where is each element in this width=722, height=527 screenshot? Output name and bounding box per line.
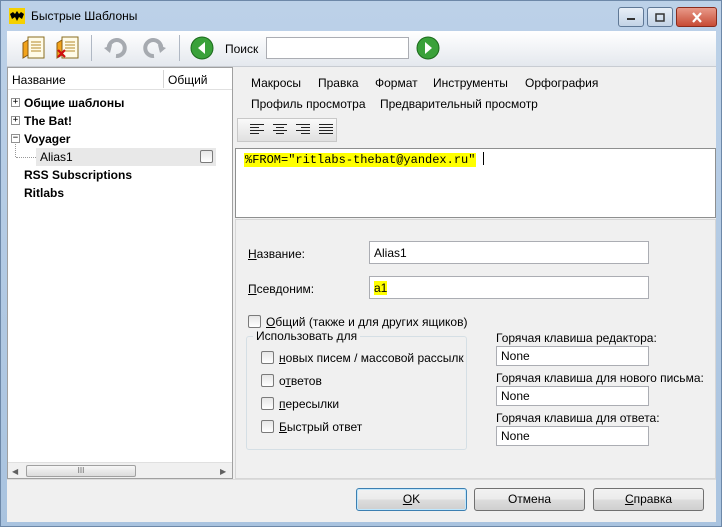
tree-item-label: Alias1 — [40, 150, 73, 164]
alignment-toolbar — [237, 118, 337, 142]
tree-item-label: Общие шаблоны — [24, 96, 125, 110]
shared-all-mailboxes-label[interactable]: Общий (также и для других ящиков) — [266, 315, 467, 329]
hotkey-editor-label: Горячая клавиша редактора: — [496, 331, 657, 345]
hotkey-reply-label: Горячая клавиша для ответа: — [496, 411, 660, 425]
toolbar-separator — [91, 35, 92, 61]
minimize-button[interactable] — [618, 7, 644, 27]
search-previous-icon[interactable] — [189, 35, 215, 61]
menu-format[interactable]: Формат — [375, 76, 418, 90]
toolbar: Поиск — [7, 31, 716, 67]
close-button[interactable] — [676, 7, 717, 27]
template-editor-panel: Макросы Правка Формат Инструменты Орфогр… — [235, 67, 716, 479]
undo-icon[interactable] — [103, 35, 129, 61]
new-template-icon[interactable] — [21, 35, 47, 61]
scrollbar-thumb[interactable]: III — [26, 465, 136, 477]
tree-item-voyager[interactable]: − Voyager — [8, 130, 232, 148]
hotkey-new-message-label: Горячая клавиша для нового письма: — [496, 371, 704, 385]
align-center-icon[interactable] — [273, 124, 287, 136]
forwards-checkbox[interactable] — [261, 397, 274, 410]
expand-icon[interactable]: + — [11, 116, 20, 125]
toolbar-separator — [179, 35, 180, 61]
menu-preview[interactable]: Предварительный просмотр — [380, 97, 538, 111]
ok-button[interactable]: OK — [356, 488, 467, 511]
dialog-client-area: Поиск Название Общий + Общие шаблоны + T… — [7, 31, 716, 522]
cancel-button[interactable]: Отмена — [474, 488, 585, 511]
shared-all-mailboxes-checkbox[interactable] — [248, 315, 261, 328]
align-right-icon[interactable] — [296, 124, 310, 136]
align-left-icon[interactable] — [250, 124, 264, 136]
minimize-icon — [627, 18, 635, 20]
shared-checkbox[interactable] — [200, 150, 213, 163]
scroll-left-icon[interactable]: ◀ — [12, 467, 18, 476]
tree-item-label: The Bat! — [24, 114, 72, 128]
menu-edit[interactable]: Правка — [318, 76, 359, 90]
use-for-options: новых писем / массовой рассылк ответов п… — [247, 337, 466, 449]
alias-field[interactable]: a1 — [369, 276, 649, 299]
maximize-button[interactable] — [647, 7, 673, 27]
tree-header: Название Общий — [8, 68, 232, 90]
hotkey-new-message-field[interactable]: None — [496, 386, 649, 406]
tree-item-alias1[interactable]: Alias1 — [36, 148, 216, 166]
template-text-editor[interactable]: %FROM="ritlabs-thebat@yandex.ru" — [235, 148, 716, 218]
dialog-button-bar: OK Отмена Справка — [7, 479, 716, 522]
forwards-label[interactable]: пересылки — [279, 397, 339, 411]
tree-item-ritlabs[interactable]: Ritlabs — [8, 184, 232, 202]
expand-icon[interactable]: + — [11, 98, 20, 107]
tree-item-the-bat[interactable]: + The Bat! — [8, 112, 232, 130]
tree-item-rss-subscriptions[interactable]: RSS Subscriptions — [8, 166, 232, 184]
help-button[interactable]: Справка — [593, 488, 704, 511]
search-next-icon[interactable] — [415, 35, 441, 61]
column-header-name[interactable]: Название — [12, 73, 66, 87]
hotkey-reply-field[interactable]: None — [496, 426, 649, 446]
tree-item-label: RSS Subscriptions — [24, 168, 133, 182]
new-messages-checkbox[interactable] — [261, 351, 274, 364]
title-bar[interactable]: Быстрые Шаблоны — [1, 1, 721, 31]
use-for-group: Использовать для новых писем / массовой … — [246, 329, 467, 450]
name-label: Название: — [248, 247, 305, 261]
redo-icon[interactable] — [141, 35, 167, 61]
hotkey-editor-field[interactable]: None — [496, 346, 649, 366]
close-icon — [691, 11, 702, 23]
search-input[interactable] — [266, 37, 409, 59]
horizontal-scrollbar[interactable]: ◀ III ▶ — [8, 462, 232, 478]
delete-template-icon[interactable] — [55, 35, 81, 61]
quick-reply-label[interactable]: Быстрый ответ — [279, 420, 362, 434]
replies-label[interactable]: ответов — [279, 374, 322, 388]
editor-menu-bar: Макросы Правка Формат Инструменты Орфогр… — [235, 67, 716, 117]
column-header-shared[interactable]: Общий — [168, 73, 208, 87]
tree-connector — [15, 144, 16, 157]
maximize-icon — [655, 12, 665, 22]
menu-spelling[interactable]: Орфография — [525, 76, 598, 90]
name-field[interactable]: Alias1 — [369, 241, 649, 264]
bat-app-icon — [9, 8, 25, 24]
editor-content: %FROM="ritlabs-thebat@yandex.ru" — [244, 153, 477, 167]
tree-item-label: Voyager — [24, 132, 71, 146]
tree-item-common-templates[interactable]: + Общие шаблоны — [8, 94, 232, 112]
menu-view-profile[interactable]: Профиль просмотра — [251, 97, 366, 111]
menu-macros[interactable]: Макросы — [251, 76, 301, 90]
menu-tools[interactable]: Инструменты — [433, 76, 508, 90]
scroll-right-icon[interactable]: ▶ — [220, 467, 226, 476]
justify-icon[interactable] — [319, 124, 333, 136]
new-messages-label[interactable]: новых писем / массовой рассылк — [279, 351, 464, 365]
column-divider[interactable] — [163, 70, 164, 88]
tree-item-label: Ritlabs — [24, 186, 65, 200]
text-caret — [483, 152, 484, 165]
template-tree[interactable]: Название Общий + Общие шаблоны + The Bat… — [7, 67, 233, 479]
quick-templates-window: Быстрые Шаблоны Поиск Название Общий + О… — [0, 0, 722, 527]
template-properties: Название: Alias1 Псевдоним: a1 Общий (та… — [235, 219, 716, 479]
collapse-icon[interactable]: − — [11, 134, 20, 143]
window-title: Быстрые Шаблоны — [31, 9, 138, 23]
tree-connector — [16, 157, 36, 158]
search-label: Поиск — [225, 42, 259, 56]
replies-checkbox[interactable] — [261, 374, 274, 387]
alias-label: Псевдоним: — [248, 282, 315, 296]
scroll-grip: III — [77, 466, 85, 475]
quick-reply-checkbox[interactable] — [261, 420, 274, 433]
